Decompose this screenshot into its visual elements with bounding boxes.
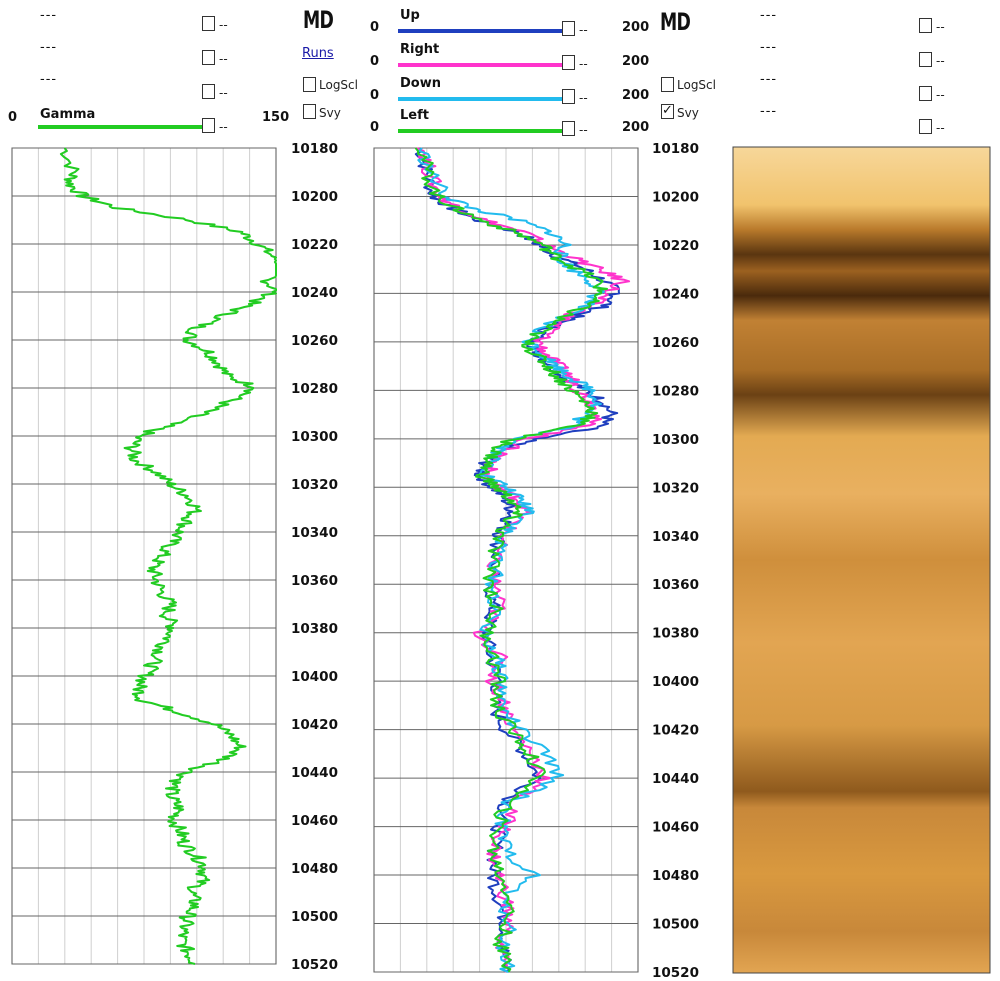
depth-tick-label: 10260 <box>291 333 338 349</box>
depth-tick-label: 10400 <box>652 674 699 690</box>
depth-tick-label: 10320 <box>652 480 699 496</box>
depth-tick-label: 10280 <box>291 381 338 397</box>
depth-tick-label: 10420 <box>652 723 699 739</box>
depth-tick-label: 10380 <box>652 626 699 642</box>
depth-tick-label: 10300 <box>652 432 699 448</box>
depth-tick-label: 10340 <box>652 529 699 545</box>
depth-tick-label: 10320 <box>291 477 338 493</box>
depth-tick-label: 10520 <box>652 965 699 981</box>
depth-axis-2: 10180 10200 10220 10240 10260 10280 10300 10320… <box>652 141 699 981</box>
depth-tick-label: 10280 <box>652 383 699 399</box>
depth-tick-label: 10180 <box>652 141 699 157</box>
depth-tick-label: 10200 <box>652 189 699 205</box>
depth-tick-label: 10380 <box>291 621 338 637</box>
image-track <box>732 146 991 974</box>
depth-tick-label: 10460 <box>291 813 338 829</box>
depth-tick-label: 10300 <box>291 429 338 445</box>
log-plot: 10180 10200 10220 10240 10260 10280 10300 10320… <box>11 141 991 981</box>
depth-tick-label: 10480 <box>652 868 699 884</box>
gamma-track <box>11 147 277 965</box>
depth-tick-label: 10400 <box>291 669 338 685</box>
depth-tick-label: 10220 <box>652 238 699 254</box>
depth-tick-label: 10260 <box>652 335 699 351</box>
depth-tick-label: 10240 <box>291 285 338 301</box>
depth-tick-label: 10240 <box>652 286 699 302</box>
depth-tick-label: 10180 <box>291 141 338 157</box>
depth-tick-label: 10360 <box>291 573 338 589</box>
depth-axis-1: 10180 10200 10220 10240 10260 10280 10300 10320… <box>291 141 338 973</box>
depth-tick-label: 10460 <box>652 820 699 836</box>
depth-tick-label: 10220 <box>291 237 338 253</box>
depth-tick-label: 10520 <box>291 957 338 973</box>
depth-tick-label: 10440 <box>652 771 699 787</box>
depth-tick-label: 10500 <box>291 909 338 925</box>
depth-tick-label: 10340 <box>291 525 338 541</box>
depth-tick-label: 10200 <box>291 189 338 205</box>
depth-tick-label: 10440 <box>291 765 338 781</box>
depth-tick-label: 10500 <box>652 917 699 933</box>
caliper-track <box>373 147 639 973</box>
depth-tick-label: 10480 <box>291 861 338 877</box>
depth-tick-label: 10360 <box>652 577 699 593</box>
depth-tick-label: 10420 <box>291 717 338 733</box>
